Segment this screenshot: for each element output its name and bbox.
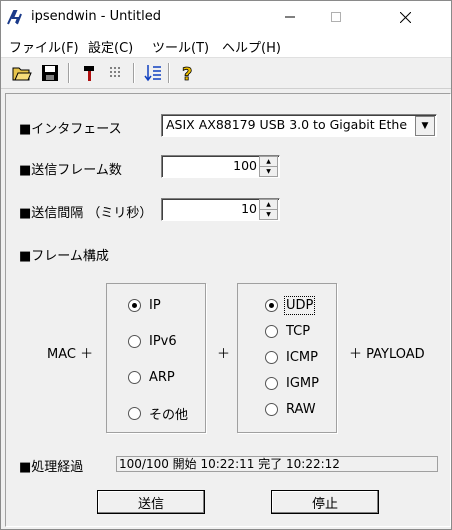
grid-button[interactable] — [105, 62, 127, 84]
title-bar[interactable]: ipsendwin - Untitled — [1, 1, 451, 33]
radio-icmp[interactable]: ICMP — [265, 350, 318, 365]
toolbar: ? — [1, 58, 451, 89]
radio-dot — [265, 403, 278, 416]
send-button[interactable]: 送信 — [97, 490, 205, 514]
frame-count-label: ■送信フレーム数 — [19, 163, 122, 178]
window-title: ipsendwin - Untitled — [31, 9, 161, 24]
spin-down-icon[interactable]: ▼ — [259, 166, 278, 177]
interval-value: 10 — [241, 201, 257, 216]
l4-protocol-group: UDP TCP ICMP IGMP RAW — [237, 283, 337, 433]
open-folder-icon — [12, 67, 32, 81]
svg-text:?: ? — [182, 64, 192, 83]
app-icon — [7, 10, 22, 25]
sort-button[interactable] — [142, 62, 164, 84]
toolbar-separator — [68, 63, 70, 83]
spin-down-icon[interactable]: ▼ — [259, 209, 278, 220]
radio-dot — [265, 299, 278, 312]
frame-config-label: ■フレーム構成 — [19, 249, 109, 264]
interface-value: ASIX AX88179 USB 3.0 to Gigabit Ethe — [166, 117, 408, 132]
menu-bar: ファイル(F) 設定(C) ツール(T) ヘルプ(H) — [1, 33, 451, 58]
radio-udp-label: UDP — [283, 296, 316, 315]
save-button[interactable] — [39, 62, 61, 84]
open-button[interactable] — [11, 62, 33, 84]
radio-dot — [265, 325, 278, 338]
interface-label: ■インタフェース — [19, 122, 122, 137]
hammer-icon — [84, 66, 94, 81]
l3-protocol-group: IP IPv6 ARP その他 — [106, 283, 206, 433]
close-button[interactable] — [359, 1, 451, 33]
radio-arp[interactable]: ARP — [128, 370, 175, 385]
radio-raw-label: RAW — [286, 402, 316, 417]
stop-button[interactable]: 停止 — [271, 490, 379, 514]
radio-tcp-label: TCP — [286, 324, 311, 339]
radio-igmp[interactable]: IGMP — [265, 376, 319, 391]
radio-other[interactable]: その他 — [128, 404, 188, 423]
toolbar-separator — [168, 63, 170, 83]
radio-dot — [128, 299, 141, 312]
radio-ip-label: IP — [149, 298, 161, 313]
menu-help[interactable]: ヘルプ(H) — [222, 37, 281, 56]
progress-label: ■処理経過 — [19, 460, 84, 475]
hammer-button[interactable] — [79, 62, 101, 84]
radio-dot — [128, 407, 141, 420]
grid-icon — [110, 67, 120, 77]
radio-ip[interactable]: IP — [128, 298, 161, 313]
radio-ipv6[interactable]: IPv6 — [128, 334, 177, 349]
minimize-button[interactable] — [267, 1, 313, 33]
frame-count-value: 100 — [233, 158, 257, 173]
help-icon: ? — [182, 64, 193, 83]
app-window: ipsendwin - Untitled ファイル(F) 設定(C) ツール(T… — [0, 0, 452, 530]
payload-label: ＋ PAYLOAD — [349, 347, 425, 362]
plus-label: ＋ — [217, 347, 231, 362]
progress-status: 100/100 開始 10:22:11 完了 10:22:12 — [116, 456, 438, 472]
radio-ipv6-label: IPv6 — [149, 334, 177, 349]
menu-tools[interactable]: ツール(T) — [152, 37, 209, 56]
radio-icmp-label: ICMP — [286, 350, 318, 365]
help-button[interactable]: ? — [177, 62, 199, 84]
save-icon — [42, 65, 58, 81]
sort-icon — [144, 65, 161, 82]
main-panel: ■インタフェース ASIX AX88179 USB 3.0 to Gigabit… — [5, 93, 451, 527]
mac-label: MAC ＋ — [47, 347, 94, 362]
interval-label: ■送信間隔 （ミリ秒） — [19, 206, 153, 221]
toolbar-separator — [133, 63, 135, 83]
close-icon — [399, 11, 411, 23]
radio-dot — [128, 335, 141, 348]
radio-dot — [265, 377, 278, 390]
frame-count-stepper[interactable]: 100 ▲ ▼ — [161, 155, 280, 178]
radio-tcp[interactable]: TCP — [265, 324, 310, 339]
chevron-down-icon[interactable]: ▼ — [415, 116, 435, 136]
radio-igmp-label: IGMP — [286, 376, 319, 391]
interval-stepper[interactable]: 10 ▲ ▼ — [161, 198, 280, 221]
radio-dot — [128, 371, 141, 384]
menu-settings[interactable]: 設定(C) — [88, 37, 133, 56]
maximize-icon — [331, 12, 341, 22]
radio-arp-label: ARP — [149, 370, 175, 385]
radio-other-label: その他 — [149, 408, 189, 423]
menu-file[interactable]: ファイル(F) — [9, 37, 79, 56]
minimize-icon — [285, 16, 295, 18]
maximize-button[interactable] — [313, 1, 359, 33]
radio-dot — [265, 351, 278, 364]
radio-udp[interactable]: UDP — [265, 296, 316, 315]
radio-raw[interactable]: RAW — [265, 402, 316, 417]
interface-select[interactable]: ASIX AX88179 USB 3.0 to Gigabit Ethe ▼ — [161, 114, 437, 137]
